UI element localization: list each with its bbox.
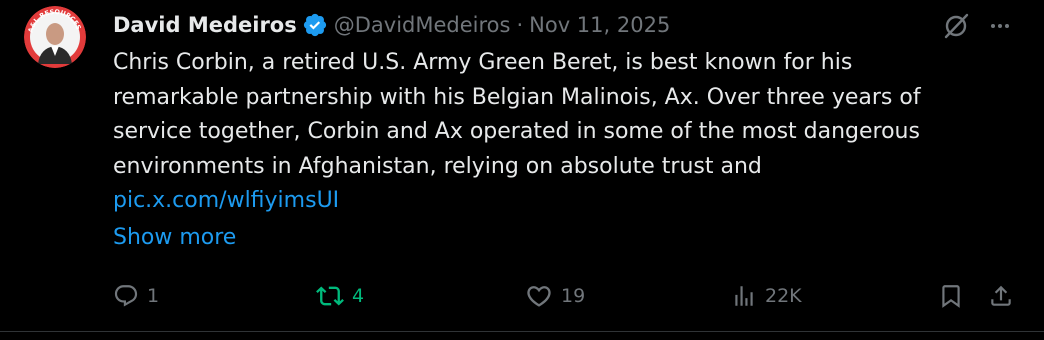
- tweet[interactable]: A&L RESOURCES David Medeiros @DavidMedei…: [0, 0, 1044, 340]
- tweet-text-line: Chris Corbin, a retired U.S. Army Green …: [113, 50, 853, 75]
- handle[interactable]: @DavidMedeiros: [334, 13, 511, 37]
- like-button[interactable]: 19: [525, 276, 585, 316]
- more-options-button[interactable]: [984, 10, 1016, 42]
- tweet-text-line: environments in Afghanistan, relying on …: [113, 153, 762, 179]
- verified-badge-icon: [302, 12, 328, 38]
- divider: [0, 331, 1044, 332]
- tweet-header: David Medeiros @DavidMedeiros · Nov 11, …: [113, 10, 670, 40]
- like-count: 19: [561, 285, 586, 307]
- repost-count: 4: [352, 285, 365, 307]
- show-more-link[interactable]: Show more: [113, 221, 236, 255]
- views-icon: [735, 286, 753, 306]
- avatar[interactable]: A&L RESOURCES: [24, 6, 86, 68]
- bookmark-icon: [942, 285, 960, 308]
- bookmark-button[interactable]: [938, 276, 964, 316]
- reply-count: 1: [147, 285, 160, 307]
- media-link[interactable]: pic.x.com/wlfiyimsUI: [113, 184, 1013, 219]
- views-button[interactable]: 22K: [731, 276, 802, 316]
- views-count: 22K: [765, 285, 802, 307]
- repost-icon: [316, 286, 344, 306]
- tweet-text-line: remarkable partnership with his Belgian …: [113, 84, 921, 110]
- grok-button[interactable]: [940, 10, 972, 42]
- separator-dot: ·: [516, 13, 524, 37]
- share-button[interactable]: [988, 276, 1014, 316]
- share-icon: [991, 285, 1011, 306]
- reply-button[interactable]: 1: [113, 276, 159, 316]
- more-dots-icon: [991, 24, 1009, 28]
- reply-icon: [114, 285, 138, 307]
- repost-button[interactable]: 4: [316, 276, 364, 316]
- heart-icon: [527, 286, 551, 307]
- tweet-text: Chris Corbin, a retired U.S. Army Green …: [113, 46, 1013, 219]
- display-name[interactable]: David Medeiros: [113, 13, 297, 37]
- timestamp[interactable]: Nov 11, 2025: [529, 13, 670, 37]
- action-bar: 1 4 19 22K: [0, 276, 1044, 316]
- grok-icon: [944, 13, 969, 39]
- profile-photo-avatar: A&L RESOURCES: [24, 6, 86, 68]
- tweet-text-line: service together, Corbin and Ax operated…: [113, 119, 920, 144]
